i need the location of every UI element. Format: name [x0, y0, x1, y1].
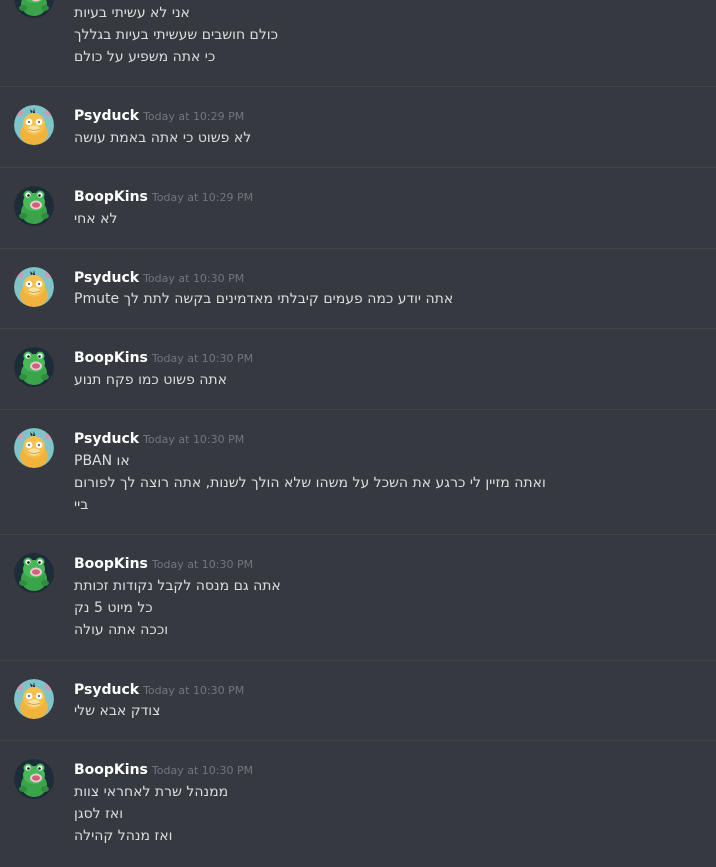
message-text-line: או PBAN	[74, 453, 130, 469]
avatar-frog-icon[interactable]	[14, 186, 54, 226]
message-text-line: כל מיוט 5 נק	[74, 600, 153, 616]
message-text-line: אני לא עשיתי בעיות	[74, 5, 190, 21]
message-content: אתה פשוט כמו פקח תנוע	[74, 369, 227, 391]
timestamp: Today at 10:30 PM	[143, 684, 245, 697]
message-header: BoopKins Today at 10:30 PM	[74, 759, 253, 779]
avatar-frog-icon[interactable]	[14, 347, 54, 387]
avatar-duck-icon[interactable]	[14, 105, 54, 145]
message-text-line: ממנהל שרת לאחראי צוות	[74, 784, 229, 800]
message-text-line: ואז מנהל קהילה	[74, 828, 173, 844]
username[interactable]: BoopKins	[74, 350, 148, 366]
timestamp: Today at 10:30 PM	[151, 558, 254, 571]
message-divider	[0, 86, 716, 87]
avatar-frog-icon[interactable]	[14, 759, 54, 799]
message-content: צודק אבא שלי	[74, 700, 160, 722]
message-divider	[0, 409, 716, 410]
avatar-duck-icon[interactable]	[14, 267, 54, 307]
avatar-frog-icon[interactable]	[14, 0, 54, 18]
message-divider	[0, 534, 716, 535]
username[interactable]: BoopKins	[74, 762, 148, 778]
message-text-line: אתה יודע כמה פעמים קיבלתי מאדמינים בקשה …	[74, 291, 454, 307]
timestamp: Today at 10:30 PM	[143, 272, 245, 285]
avatar-duck-icon[interactable]	[14, 679, 54, 719]
message-divider	[0, 740, 716, 741]
timestamp: Today at 10:30 PM	[151, 764, 254, 777]
username[interactable]: Psyduck	[74, 682, 139, 698]
message-text-line: וככה אתה עולה	[74, 622, 169, 638]
username[interactable]: BoopKins	[74, 556, 148, 572]
message-text-line: צודק אבא שלי	[74, 703, 161, 719]
message-divider	[0, 248, 716, 249]
username[interactable]: Psyduck	[74, 270, 139, 286]
timestamp: Today at 10:30 PM	[151, 352, 254, 365]
avatar-frog-icon[interactable]	[14, 553, 54, 593]
message-text-line: ואתה מזיין לי כרגע את השכל על משהו שלא ה…	[74, 475, 546, 491]
message-content: או PBAN ואתה מזיין לי כרגע את השכל על משה…	[74, 450, 546, 516]
message-text-line: אתה גם מנסה לקבל נקודות זכותת	[74, 578, 281, 594]
message-header: BoopKins Today at 10:30 PM	[74, 553, 253, 573]
message-header: Psyduck Today at 10:29 PM	[74, 105, 244, 125]
message-divider	[0, 660, 716, 661]
message-content: אתה יודע כמה פעמים קיבלתי מאדמינים בקשה …	[74, 288, 453, 310]
timestamp: Today at 10:30 PM	[143, 433, 245, 446]
message-divider	[0, 328, 716, 329]
message-text-line: אתה פשוט כמו פקח תנוע	[74, 372, 227, 388]
message-header: Psyduck Today at 10:30 PM	[74, 428, 244, 448]
message-text-line: ואז לסגן	[74, 806, 124, 822]
message-content: אני לא עשיתי בעיות כולם חושבים שעשיתי בעי…	[74, 2, 278, 68]
chat-message-list: אני לא עשיתי בעיות כולם חושבים שעשיתי בעי…	[0, 0, 716, 867]
message-text-line: לא אחי	[74, 211, 118, 227]
message-text-line: ביי	[74, 497, 89, 513]
message-content: לא פשוט כי אתה באמת עושה	[74, 127, 251, 149]
message-header: Psyduck Today at 10:30 PM	[74, 267, 244, 287]
username[interactable]: Psyduck	[74, 431, 139, 447]
message-content: אתה גם מנסה לקבל נקודות זכותת כל מיוט 5 נ…	[74, 575, 281, 641]
message-header: BoopKins Today at 10:30 PM	[74, 347, 253, 367]
message-text-line: לא פשוט כי אתה באמת עושה	[74, 130, 252, 146]
message-text-line: כולם חושבים שעשיתי בעיות בגללך	[74, 27, 279, 43]
message-content: לא אחי	[74, 208, 117, 230]
avatar-duck-icon[interactable]	[14, 428, 54, 468]
timestamp: Today at 10:29 PM	[143, 110, 245, 123]
message-text-line: כי אתה משפיע על כולם	[74, 49, 216, 65]
message-divider	[0, 167, 716, 168]
message-content: ממנהל שרת לאחראי צוות ואז לסגן ואז מנהל קה…	[74, 781, 228, 847]
username[interactable]: Psyduck	[74, 108, 139, 124]
username[interactable]: BoopKins	[74, 189, 148, 205]
message-header: BoopKins Today at 10:29 PM	[74, 186, 253, 206]
timestamp: Today at 10:29 PM	[151, 191, 254, 204]
message-header: Psyduck Today at 10:30 PM	[74, 679, 244, 699]
